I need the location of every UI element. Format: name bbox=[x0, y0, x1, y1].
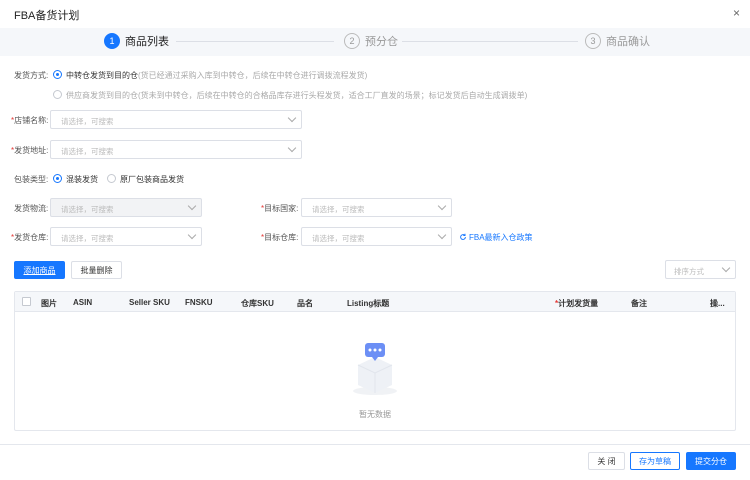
submit-allocation-button[interactable]: 提交分仓 bbox=[686, 452, 736, 470]
logistics-select[interactable]: 请选择，可搜索 bbox=[50, 198, 202, 217]
ship-warehouse-select[interactable]: 请选择，可搜索 bbox=[50, 227, 202, 246]
dialog-header: FBA备货计划 × bbox=[0, 0, 750, 26]
add-product-button[interactable]: 添加商品 bbox=[14, 261, 65, 279]
pack-type-radio-mixed[interactable] bbox=[53, 174, 62, 183]
close-button[interactable]: 关 闭 bbox=[588, 452, 625, 470]
placeholder: 排序方式 bbox=[674, 267, 704, 276]
footer-divider bbox=[0, 444, 750, 445]
shop-name-label: *店铺名称: bbox=[11, 116, 49, 125]
col-fnsku: FNSKU bbox=[185, 298, 213, 307]
chevron-down-icon bbox=[187, 230, 197, 240]
pack-type-option-original[interactable]: 原厂包装商品发货 bbox=[120, 174, 184, 185]
target-warehouse-select[interactable]: 请选择，可搜索 bbox=[301, 227, 452, 246]
col-listing-title: Listing标题 bbox=[347, 299, 390, 308]
step-number: 3 bbox=[585, 33, 601, 49]
col-warehouse-sku: 仓库SKU bbox=[241, 299, 274, 308]
table-header: 图片 ASIN Seller SKU FNSKU 仓库SKU 品名 Listin… bbox=[15, 292, 735, 312]
target-country-label: *目标国家: bbox=[261, 204, 299, 213]
ship-method-option-transit[interactable]: 中转仓发货到目的仓(货已经通过采购入库到中转仓，后续在中转仓进行调拨流程发货) bbox=[66, 70, 367, 81]
step-number: 1 bbox=[104, 33, 120, 49]
ship-address-label: *发货地址: bbox=[11, 146, 49, 155]
refresh-icon bbox=[460, 233, 466, 240]
step-label: 商品列表 bbox=[125, 36, 169, 48]
target-country-select[interactable]: 请选择，可搜索 bbox=[301, 198, 452, 217]
placeholder: 请选择，可搜索 bbox=[61, 234, 114, 243]
col-image: 图片 bbox=[41, 299, 57, 308]
placeholder: 请选择，可搜索 bbox=[312, 205, 365, 214]
step-3: 3 商品确认 bbox=[585, 33, 650, 49]
shop-name-select[interactable]: 请选择，可搜索 bbox=[50, 110, 302, 129]
option-hint-text: (货已经通过采购入库到中转仓，后续在中转仓进行调拨流程发货) bbox=[138, 71, 368, 80]
empty-state-text: 暂无数据 bbox=[359, 410, 391, 419]
fba-plan-dialog: FBA备货计划 × 1 商品列表 2 预分仓 3 商品确认 发货方式: 中转仓发… bbox=[0, 0, 750, 480]
col-actions: 操... bbox=[710, 299, 725, 308]
col-remark: 备注 bbox=[631, 299, 647, 308]
logistics-label: 发货物流: bbox=[14, 204, 49, 213]
empty-box-icon bbox=[353, 343, 397, 395]
option-hint-text: (货未到中转仓，后续在中转仓的合格品库存进行头程发货，适合工厂直发的场景；标记发… bbox=[138, 91, 528, 100]
col-planned-qty: *计划发货量 bbox=[555, 299, 599, 308]
chevron-down-icon bbox=[187, 201, 197, 211]
step-connector bbox=[176, 41, 334, 42]
col-seller-sku: Seller SKU bbox=[129, 298, 170, 307]
chevron-down-icon bbox=[287, 143, 297, 153]
chevron-down-icon bbox=[721, 263, 731, 273]
step-2: 2 预分仓 bbox=[344, 33, 398, 49]
chevron-down-icon bbox=[287, 113, 297, 123]
chevron-down-icon bbox=[437, 230, 447, 240]
col-product-name: 品名 bbox=[297, 299, 313, 308]
ship-method-radio-supplier[interactable] bbox=[53, 90, 62, 99]
ship-warehouse-label: *发货仓库: bbox=[11, 233, 49, 242]
step-connector bbox=[402, 41, 578, 42]
save-draft-button[interactable]: 存为草稿 bbox=[630, 452, 680, 470]
placeholder: 请选择，可搜索 bbox=[61, 117, 114, 126]
ship-address-select[interactable]: 请选择，可搜索 bbox=[50, 140, 302, 159]
placeholder: 请选择，可搜索 bbox=[61, 205, 114, 214]
dialog-title: FBA备货计划 bbox=[14, 10, 80, 22]
col-asin: ASIN bbox=[73, 298, 93, 307]
fba-policy-link[interactable]: FBA最新入仓政策 bbox=[459, 232, 533, 243]
select-all-checkbox[interactable] bbox=[22, 297, 31, 306]
close-icon[interactable]: × bbox=[733, 6, 740, 20]
steps-bar: 1 商品列表 2 预分仓 3 商品确认 bbox=[0, 28, 750, 56]
ship-method-radio-transit[interactable] bbox=[53, 70, 62, 79]
option-main-text: 供应商发货到目的仓 bbox=[66, 91, 138, 100]
pack-type-label: 包装类型: bbox=[14, 175, 49, 184]
step-1: 1 商品列表 bbox=[104, 33, 169, 49]
pack-type-option-mixed[interactable]: 混装发货 bbox=[66, 174, 98, 185]
ship-method-option-supplier[interactable]: 供应商发货到目的仓(货未到中转仓，后续在中转仓的合格品库存进行头程发货，适合工厂… bbox=[66, 90, 527, 101]
pack-type-radio-original[interactable] bbox=[107, 174, 116, 183]
step-label: 商品确认 bbox=[606, 36, 650, 48]
step-label: 预分仓 bbox=[365, 36, 398, 48]
placeholder: 请选择，可搜索 bbox=[312, 234, 365, 243]
product-table: 图片 ASIN Seller SKU FNSKU 仓库SKU 品名 Listin… bbox=[14, 291, 736, 431]
placeholder: 请选择，可搜索 bbox=[61, 147, 114, 156]
step-number: 2 bbox=[344, 33, 360, 49]
batch-delete-button[interactable]: 批量删除 bbox=[71, 261, 122, 279]
ship-method-label: 发货方式: bbox=[14, 71, 49, 80]
option-main-text: 中转仓发货到目的仓 bbox=[66, 71, 138, 80]
chevron-down-icon bbox=[437, 201, 447, 211]
target-warehouse-label: *目标仓库: bbox=[261, 233, 299, 242]
sort-select[interactable]: 排序方式 bbox=[665, 260, 736, 279]
